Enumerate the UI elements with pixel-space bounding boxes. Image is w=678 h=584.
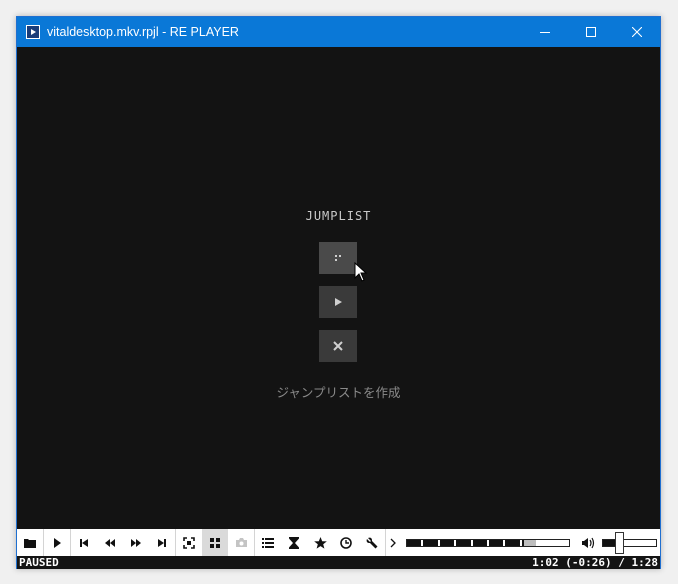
skip-previous-icon (80, 538, 88, 547)
jumplist-add-button[interactable] (319, 242, 357, 274)
jumplist-title: JUMPLIST (305, 209, 372, 223)
close-icon (632, 27, 642, 37)
grid-icon (210, 537, 220, 548)
speaker-icon (582, 537, 595, 548)
rewind-button[interactable] (97, 529, 123, 556)
fast-forward-icon (131, 538, 141, 547)
wrench-icon (366, 537, 378, 548)
hourglass-icon (289, 536, 299, 549)
play-icon (54, 537, 61, 548)
grid-button[interactable] (202, 529, 228, 556)
skip-previous-button[interactable] (71, 529, 97, 556)
camera-icon (235, 538, 247, 547)
fast-forward-button[interactable] (123, 529, 149, 556)
snapshot-button[interactable] (228, 529, 254, 556)
volume-thumb[interactable] (614, 531, 624, 554)
skip-next-icon (158, 538, 166, 547)
playback-state: PAUSED (19, 556, 59, 569)
close-icon (333, 341, 343, 351)
star-icon (313, 536, 327, 549)
seek-bar[interactable] (406, 538, 570, 547)
player-window: vitaldesktop.mkv.rpjl - RE PLAYER JUMPLI… (16, 16, 661, 569)
jumplist-play-button[interactable] (319, 286, 357, 318)
maximize-button[interactable] (568, 17, 614, 47)
mute-button[interactable] (580, 529, 596, 556)
favorite-button[interactable] (307, 529, 333, 556)
maximize-icon (586, 27, 596, 37)
hourglass-button[interactable] (281, 529, 307, 556)
title-bar[interactable]: vitaldesktop.mkv.rpjl - RE PLAYER (17, 17, 660, 47)
fit-screen-button[interactable] (176, 529, 202, 556)
window-title: vitaldesktop.mkv.rpjl - RE PLAYER (47, 25, 239, 39)
app-icon (26, 25, 40, 39)
close-button[interactable] (614, 17, 660, 47)
minimize-button[interactable] (522, 17, 568, 47)
play-icon (335, 298, 342, 306)
dots-icon (335, 255, 341, 261)
playback-time: 1:02 (-0:26) / 1:28 (532, 556, 658, 569)
open-folder-icon (24, 538, 36, 548)
play-button[interactable] (44, 529, 70, 556)
volume-slider[interactable] (602, 531, 657, 554)
chevron-right-icon (390, 538, 396, 547)
expand-button[interactable] (386, 529, 400, 556)
mouse-cursor-icon (354, 262, 368, 282)
jumplist-close-button[interactable] (319, 330, 357, 362)
status-bar: PAUSED 1:02 (-0:26) / 1:28 (17, 556, 660, 569)
skip-next-button[interactable] (149, 529, 175, 556)
clock-button[interactable] (333, 529, 359, 556)
settings-button[interactable] (359, 529, 385, 556)
jumplist-caption: ジャンプリストを作成 (276, 385, 401, 400)
rewind-icon (105, 538, 115, 547)
control-bar (17, 529, 660, 556)
clock-icon (340, 536, 352, 549)
open-folder-button[interactable] (17, 529, 43, 556)
playlist-button[interactable] (255, 529, 281, 556)
list-icon (262, 537, 274, 548)
minimize-icon (540, 32, 550, 33)
video-area[interactable]: JUMPLIST ジャンプリストを作成 (17, 47, 660, 529)
fit-screen-icon (183, 536, 195, 549)
